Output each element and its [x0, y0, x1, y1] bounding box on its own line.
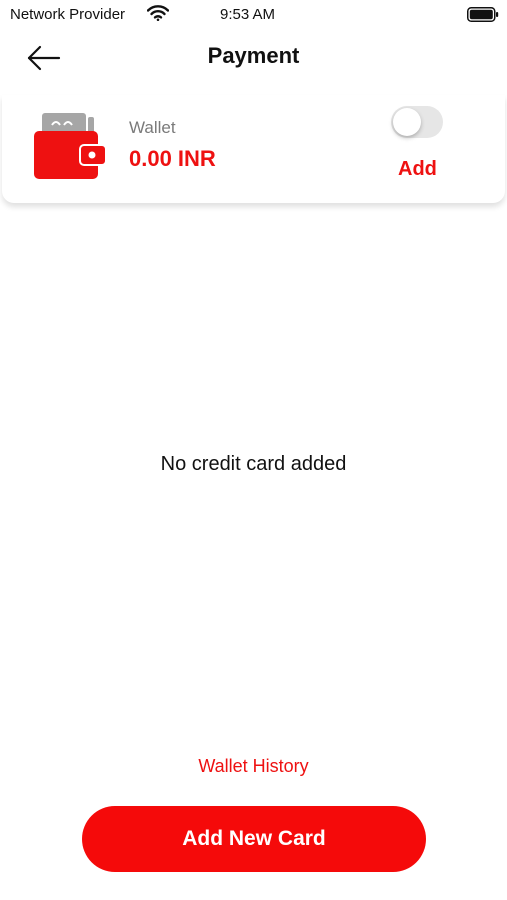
add-new-card-button[interactable]: Add New Card	[82, 806, 426, 872]
page-title: Payment	[207, 43, 300, 68]
add-money-button[interactable]: Add	[398, 158, 437, 181]
status-bar: Network Provider 9:53 AM	[0, 0, 507, 30]
wifi-icon	[147, 5, 169, 21]
wallet-label: Wallet	[129, 118, 176, 137]
wallet-balance: 0.00 INR	[129, 146, 216, 171]
battery-icon	[467, 7, 499, 22]
toggle-knob	[393, 108, 421, 136]
wallet-history-link[interactable]: Wallet History	[0, 756, 507, 777]
wallet-card: Wallet 0.00 INR Add	[2, 95, 505, 203]
empty-state-message: No credit card added	[160, 453, 347, 475]
wallet-toggle[interactable]	[391, 106, 443, 138]
status-time: 9:53 AM	[220, 6, 276, 23]
wallet-icon	[34, 113, 106, 179]
carrier-label: Network Provider	[10, 6, 126, 23]
